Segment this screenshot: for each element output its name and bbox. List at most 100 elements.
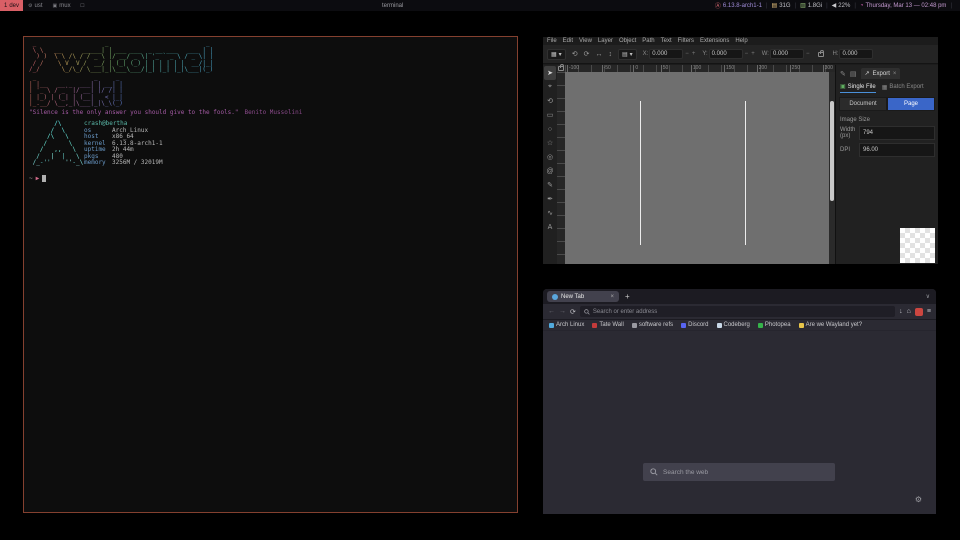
kernel-version: 6.13.8-arch1-1 — [723, 3, 762, 9]
browser-tab[interactable]: New Tab ≡ × — [547, 291, 619, 302]
menu-item[interactable]: Object — [619, 38, 636, 45]
bookmark-item[interactable]: Codeberg — [717, 322, 750, 328]
scrollbar-thumb[interactable] — [830, 101, 834, 201]
tag-label: ust — [35, 3, 43, 9]
menu-item[interactable]: Path — [642, 38, 654, 45]
zorder-dropdown[interactable]: ▤ ▾ — [618, 49, 637, 60]
tool-icon[interactable]: ○ — [544, 122, 556, 136]
tool-icon[interactable]: ☆ — [544, 136, 556, 150]
menu-button[interactable]: ≡ — [927, 308, 931, 315]
close-tab-icon[interactable]: × — [610, 294, 614, 300]
separator: | — [826, 3, 828, 9]
lock-ratio-icon[interactable] — [818, 52, 824, 57]
home-button[interactable]: ⌂ — [907, 308, 911, 315]
pages-dock-icon[interactable]: ▤ — [850, 70, 857, 78]
url-bar[interactable]: Search or enter address — [580, 306, 895, 317]
y-input[interactable]: 0.000 — [709, 49, 743, 59]
new-tab-page: Search the web ⚙ — [543, 332, 936, 514]
flip-horizontal-button[interactable]: ↔ — [595, 51, 602, 58]
horizontal-ruler[interactable]: -100 -50 0 50 100 150 200 250 300 — [565, 65, 835, 72]
tool-icon[interactable]: @ — [544, 164, 556, 178]
x-minus-button[interactable]: − — [684, 51, 690, 57]
page-border-right — [745, 101, 746, 245]
bookmark-item[interactable]: software refs — [632, 322, 673, 328]
flip-vertical-button[interactable]: ↕ — [608, 51, 612, 58]
shell-prompt[interactable]: ~ ▶ — [29, 175, 46, 182]
x-input[interactable]: 0.000 — [649, 49, 683, 59]
ram-icon: ▥ — [800, 2, 806, 9]
y-minus-button[interactable]: − — [744, 51, 750, 57]
personalize-gear-icon[interactable]: ⚙ — [915, 495, 922, 504]
tool-icon[interactable]: ◎ — [544, 150, 556, 164]
reload-button[interactable]: ⟳ — [570, 308, 576, 316]
menu-item[interactable]: Extensions — [700, 38, 729, 45]
width-input[interactable]: 794 — [859, 126, 935, 140]
web-search-bar[interactable]: Search the web — [643, 463, 835, 481]
layout-indicator[interactable]: □ — [76, 3, 90, 9]
quote-line: "Silence is the only answer you should g… — [29, 109, 302, 116]
menu-item[interactable]: Layer — [598, 38, 613, 45]
inkscape-window: File Edit View Layer Object Path Text Fi… — [543, 37, 938, 264]
bookmark-label: Arch Linux — [556, 322, 584, 328]
y-plus-button[interactable]: + — [750, 51, 756, 57]
menu-item[interactable]: Edit — [563, 38, 573, 45]
y-label: Y: — [702, 51, 707, 57]
quote-text: "Silence is the only answer you should g… — [29, 109, 239, 116]
tab-single-file[interactable]: ▣ Single File — [840, 83, 876, 93]
terminal-window[interactable]: _ _ _ \ \ __ _____| | ___ ___ _ __ ___ _… — [23, 36, 518, 513]
downloads-button[interactable]: ↓ — [899, 308, 903, 315]
menu-item[interactable]: View — [579, 38, 592, 45]
page-button[interactable]: Page — [887, 97, 935, 111]
extension-icon[interactable] — [915, 308, 923, 316]
forward-button[interactable]: → — [559, 308, 566, 315]
tool-icon[interactable]: ➤ — [544, 66, 556, 80]
back-button[interactable]: ← — [548, 308, 555, 315]
tool-icon[interactable]: ⟲ — [544, 94, 556, 108]
workspace-tag-mux[interactable]: ▣ mux — [48, 3, 76, 9]
bookmark-item[interactable]: Arch Linux — [549, 322, 584, 328]
export-scope-buttons: Document Page — [839, 97, 935, 111]
tab-batch-export[interactable]: ▦ Batch Export — [882, 83, 924, 93]
document-button[interactable]: Document — [839, 97, 887, 111]
menu-item[interactable]: Help — [735, 38, 747, 45]
menu-item[interactable]: Text — [661, 38, 672, 45]
bookmark-item[interactable]: Discord — [681, 322, 708, 328]
bookmark-item[interactable]: Are we Wayland yet? — [799, 322, 862, 328]
h-input[interactable]: 0.000 — [839, 49, 873, 59]
tool-icon[interactable]: ∿ — [544, 206, 556, 220]
rotate-ccw-button[interactable]: ⟲ — [572, 50, 578, 58]
workspace-tag-active[interactable]: 1 dev — [0, 0, 23, 11]
ruler-tick-label: 250 — [790, 65, 800, 72]
tool-icon[interactable]: ⌖ — [544, 80, 556, 94]
ruler-tick-label: 200 — [757, 65, 767, 72]
selection-mode-dropdown[interactable]: ▦ ▾ — [547, 49, 566, 60]
gear-icon: ⚙ — [28, 3, 32, 9]
bookmark-item[interactable]: Photopea — [758, 322, 791, 328]
fastfetch-info: crash@bertha os Arch Linux host x86_64 k… — [84, 121, 163, 167]
dpi-input[interactable]: 96.00 — [859, 143, 935, 157]
bookmark-label: Tate Wall — [599, 322, 623, 328]
status-modules: Ⓐ 6.13.8-arch1-1 | ▤ 31G | ▥ 1.8Gi | ◀ 2… — [715, 0, 952, 11]
y-field-group: Y: 0.000 − + — [702, 49, 755, 59]
tool-icon[interactable]: ▭ — [544, 108, 556, 122]
new-tab-button[interactable]: + — [625, 292, 630, 301]
tool-icon[interactable]: ✒ — [544, 192, 556, 206]
menu-item[interactable]: Filters — [678, 38, 694, 45]
pencil-dock-icon[interactable]: ✎ — [840, 70, 846, 78]
workspace-tag-ust[interactable]: ⚙ ust — [23, 3, 48, 9]
list-tabs-chevron-icon[interactable]: ∨ — [926, 293, 930, 300]
vertical-ruler[interactable] — [557, 72, 565, 264]
rotate-cw-button[interactable]: ⟳ — [584, 50, 590, 58]
lock-guides-icon[interactable] — [557, 65, 565, 72]
drawing-canvas[interactable] — [565, 72, 829, 264]
tool-icon[interactable]: ✎ — [544, 178, 556, 192]
w-input[interactable]: 0.000 — [770, 49, 804, 59]
tool-icon[interactable]: A — [544, 220, 556, 234]
x-plus-button[interactable]: + — [691, 51, 697, 57]
w-minus-button[interactable]: − — [805, 51, 811, 57]
export-dock-tab[interactable]: ↗ Export × — [861, 68, 901, 79]
bookmark-item[interactable]: Tate Wall — [592, 322, 623, 328]
menu-item[interactable]: File — [547, 38, 557, 45]
close-icon[interactable]: × — [893, 71, 897, 77]
bookmark-label: software refs — [639, 322, 673, 328]
